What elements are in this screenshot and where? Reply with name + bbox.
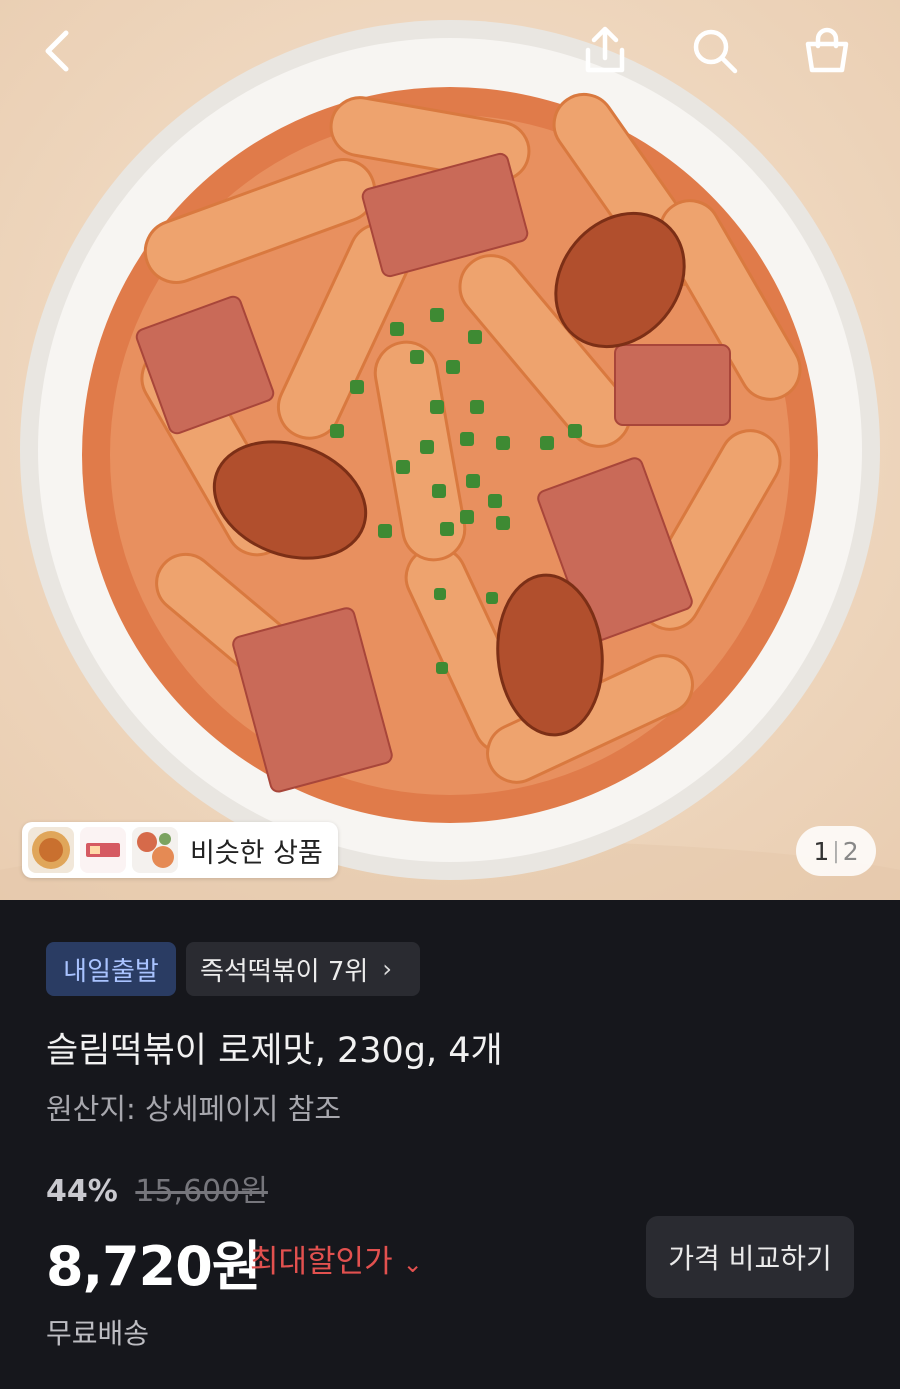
discount-row: 44% 15,600원	[46, 1166, 268, 1210]
search-icon	[693, 29, 738, 74]
shipping-badge: 내일출발	[46, 942, 176, 996]
max-discount-toggle[interactable]: 최대할인가 ⌄	[250, 1236, 423, 1281]
shopping-bag-icon	[805, 27, 849, 73]
image-pager: 1 | 2	[796, 826, 876, 876]
compare-price-label: 가격 비교하기	[668, 1242, 832, 1275]
back-button[interactable]	[28, 22, 86, 80]
similar-product-thumbnail	[28, 827, 74, 873]
similar-product-thumbnail	[132, 827, 178, 873]
ranking-badge[interactable]: 즉석떡볶이 7위 ›	[186, 942, 420, 996]
share-button[interactable]	[576, 22, 634, 80]
max-discount-label: 최대할인가	[250, 1244, 393, 1280]
shipping-badge-label: 내일출발	[63, 956, 159, 987]
compare-price-button[interactable]: 가격 비교하기	[646, 1216, 854, 1298]
pager-total: 2	[842, 836, 859, 866]
discount-percent: 44%	[46, 1174, 118, 1209]
pager-current: 1	[813, 836, 830, 866]
share-icon	[585, 26, 625, 73]
product-image-hero[interactable]: 비슷한 상품 1 | 2	[0, 0, 900, 900]
product-photo	[0, 20, 900, 900]
chevron-down-icon: ⌄	[402, 1250, 423, 1278]
search-button[interactable]	[686, 22, 744, 80]
pager-separator: |	[832, 838, 840, 864]
similar-products-label: 비슷한 상품	[190, 837, 323, 869]
product-info-panel: 내일출발 즉석떡볶이 7위 › 슬림떡볶이 로제맛, 230g, 4개 원산지:…	[0, 900, 900, 1389]
cart-button[interactable]	[798, 22, 856, 80]
similar-product-thumbnail	[80, 827, 126, 873]
product-title: 슬림떡볶이 로제맛, 230g, 4개	[46, 1031, 503, 1071]
product-origin: 원산지: 상세페이지 참조	[46, 1092, 342, 1126]
delivery-info: 무료배송	[46, 1317, 150, 1350]
chevron-left-icon	[45, 30, 69, 72]
sale-price: 8,720원	[46, 1235, 261, 1298]
original-price: 15,600원	[135, 1174, 268, 1209]
similar-products-button[interactable]: 비슷한 상품	[22, 822, 338, 878]
chevron-right-icon: ›	[382, 955, 392, 983]
ranking-badge-label: 즉석떡볶이 7위	[200, 956, 369, 987]
